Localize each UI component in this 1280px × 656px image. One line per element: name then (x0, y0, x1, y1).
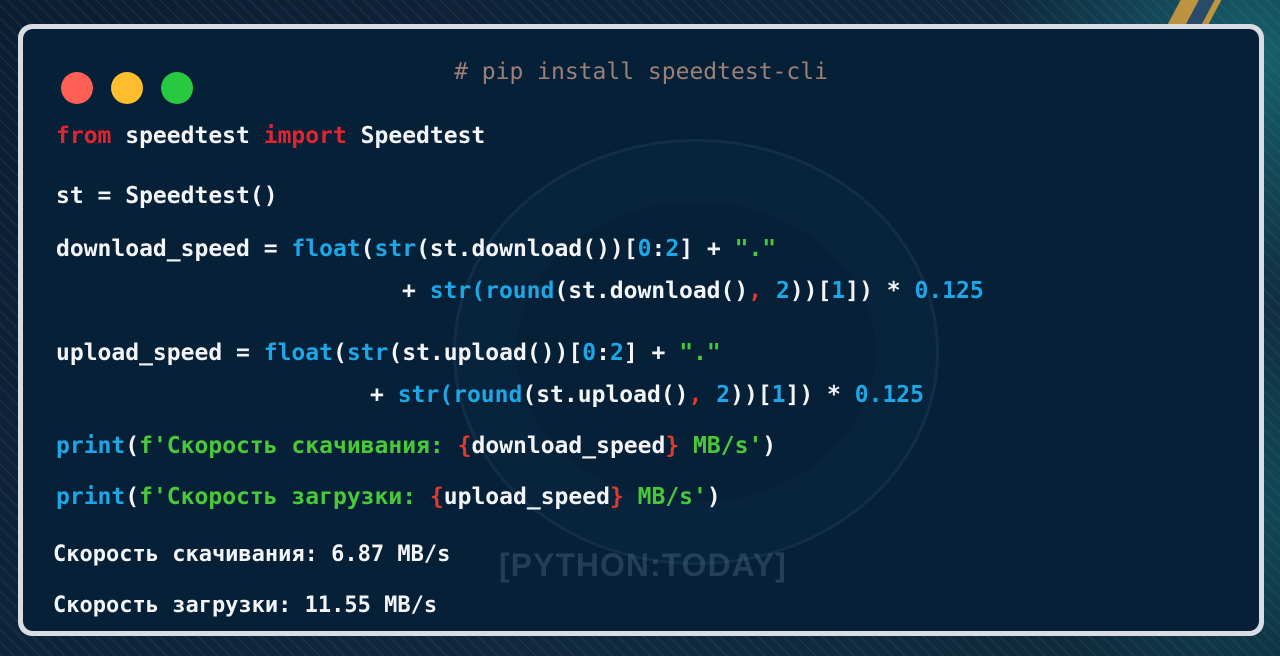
output-download: Скорость скачивания: 6.87 MB/s (53, 542, 451, 567)
paren: ( (439, 382, 454, 408)
fstring-var: download_speed (471, 433, 666, 459)
plus-op: ] + (623, 340, 680, 366)
float-fn: float (291, 236, 361, 262)
download-call: (st.download() (554, 278, 749, 304)
brace-open: { (429, 484, 444, 510)
code-line-upload-1: upload_speed = float(str(st.upload())[0:… (56, 339, 721, 367)
code-line-upload-2: + str(round(st.upload(), 2))[1]) * 0.125 (370, 381, 924, 409)
comma: , (688, 382, 703, 408)
round-digits: 2 (716, 382, 731, 408)
round-digits: 2 (775, 278, 790, 304)
fstring-end: MB/s' (679, 433, 763, 459)
index-one: 1 (831, 278, 846, 304)
paren: ( (125, 484, 140, 510)
upload-call: (st.upload())[ (388, 340, 583, 366)
str-fn: str (397, 382, 440, 408)
fstring-var: upload_speed (443, 484, 610, 510)
multiply-op: ]) * (845, 278, 915, 304)
download-call: (st.download())[ (416, 236, 638, 262)
index-start: 0 (582, 340, 597, 366)
keyword-import: import (263, 123, 347, 149)
index-end: 2 (609, 340, 624, 366)
fstring-start: f'Скорость загрузки: (139, 484, 430, 510)
paren-close: ) (706, 484, 721, 510)
dot-string: "." (679, 340, 721, 366)
paren: ( (125, 433, 140, 459)
keyword-from: from (56, 123, 112, 149)
brace-open: { (457, 433, 472, 459)
factor: 0.125 (914, 278, 984, 304)
paren: ( (332, 340, 347, 366)
paren-close: ) (762, 433, 777, 459)
dot-string: "." (734, 236, 777, 262)
str-fn: str (346, 340, 389, 366)
factor: 0.125 (854, 382, 925, 408)
header-comment: # pip install speedtest-cli (454, 59, 828, 85)
download-var: download_speed = (56, 236, 292, 262)
paren-close: ))[ (789, 278, 832, 304)
index-one: 1 (771, 382, 786, 408)
module-name: speedtest (111, 123, 264, 149)
brace-close: } (609, 484, 624, 510)
upload-call: (st.upload() (522, 382, 689, 408)
code-line-print-download: print(f'Скорость скачивания: {download_s… (56, 432, 776, 460)
brace-close: } (665, 433, 680, 459)
code-line-st: st = Speedtest() (56, 182, 278, 210)
multiply-op: ]) * (785, 382, 855, 408)
code-window: [PYTHON:TODAY] # pip install speedtest-c… (23, 29, 1259, 631)
st-assignment: st = Speedtest() (56, 183, 278, 209)
colon: : (651, 236, 666, 262)
fstring-start: f'Скорость скачивания: (139, 433, 458, 459)
round-fn: round (453, 382, 523, 408)
paren: ( (360, 236, 375, 262)
class-name: Speedtest (346, 123, 486, 149)
str-fn: str (374, 236, 417, 262)
paren-close: ))[ (730, 382, 772, 408)
str-fn: str (429, 278, 472, 304)
plus-op: + (370, 382, 398, 408)
plus-op: ] + (679, 236, 735, 262)
round-fn: round (485, 278, 555, 304)
plus-op: + (402, 278, 430, 304)
code-line-print-upload: print(f'Скорость загрузки: {upload_speed… (56, 483, 721, 511)
index-end: 2 (665, 236, 680, 262)
float-fn: float (263, 340, 333, 366)
comma: , (748, 278, 763, 304)
print-fn: print (56, 433, 126, 459)
colon: : (596, 340, 610, 366)
output-upload: Скорость загрузки: 11.55 MB/s (53, 593, 438, 618)
watermark-text: [PYTHON:TODAY] (499, 547, 787, 583)
upload-var: upload_speed = (56, 340, 264, 366)
code-line-download-1: download_speed = float(str(st.download()… (56, 235, 776, 263)
code-line-import: from speedtest import Speedtest (56, 122, 485, 150)
fstring-end: MB/s' (623, 484, 707, 510)
print-fn: print (56, 484, 126, 510)
paren: ( (471, 278, 486, 304)
index-start: 0 (637, 236, 652, 262)
code-window-frame: [PYTHON:TODAY] # pip install speedtest-c… (18, 24, 1264, 636)
code-line-download-2: + str(round(st.download(), 2))[1]) * 0.1… (402, 277, 984, 305)
